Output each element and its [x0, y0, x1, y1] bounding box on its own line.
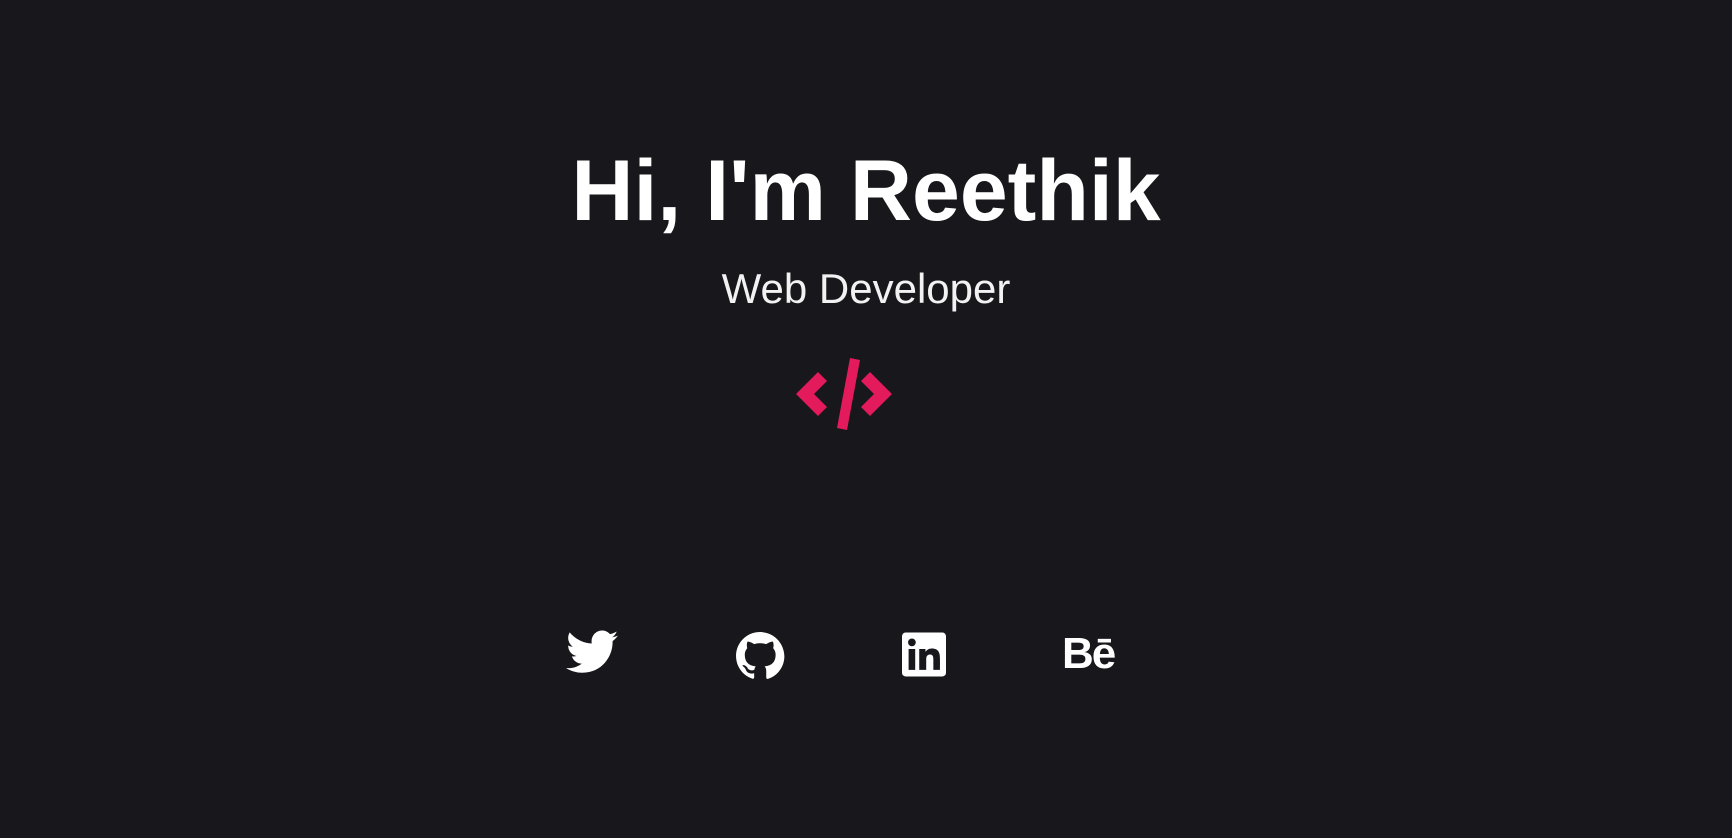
- linkedin-link[interactable]: [902, 632, 946, 677]
- behance-link[interactable]: Bē: [1062, 632, 1122, 676]
- code-slash-icon: [796, 358, 892, 430]
- github-link[interactable]: [735, 631, 785, 681]
- github-icon: [736, 632, 785, 679]
- linkedin-icon: [902, 632, 946, 677]
- hero-title: Hi, I'm Reethik: [571, 143, 1161, 239]
- twitter-icon: [566, 630, 618, 673]
- behance-icon: Bē: [1062, 629, 1116, 678]
- portfolio-page: Hi, I'm Reethik Web Developer Bē: [0, 0, 1732, 838]
- hero-subtitle: Web Developer: [721, 265, 1011, 312]
- twitter-link[interactable]: [566, 630, 618, 676]
